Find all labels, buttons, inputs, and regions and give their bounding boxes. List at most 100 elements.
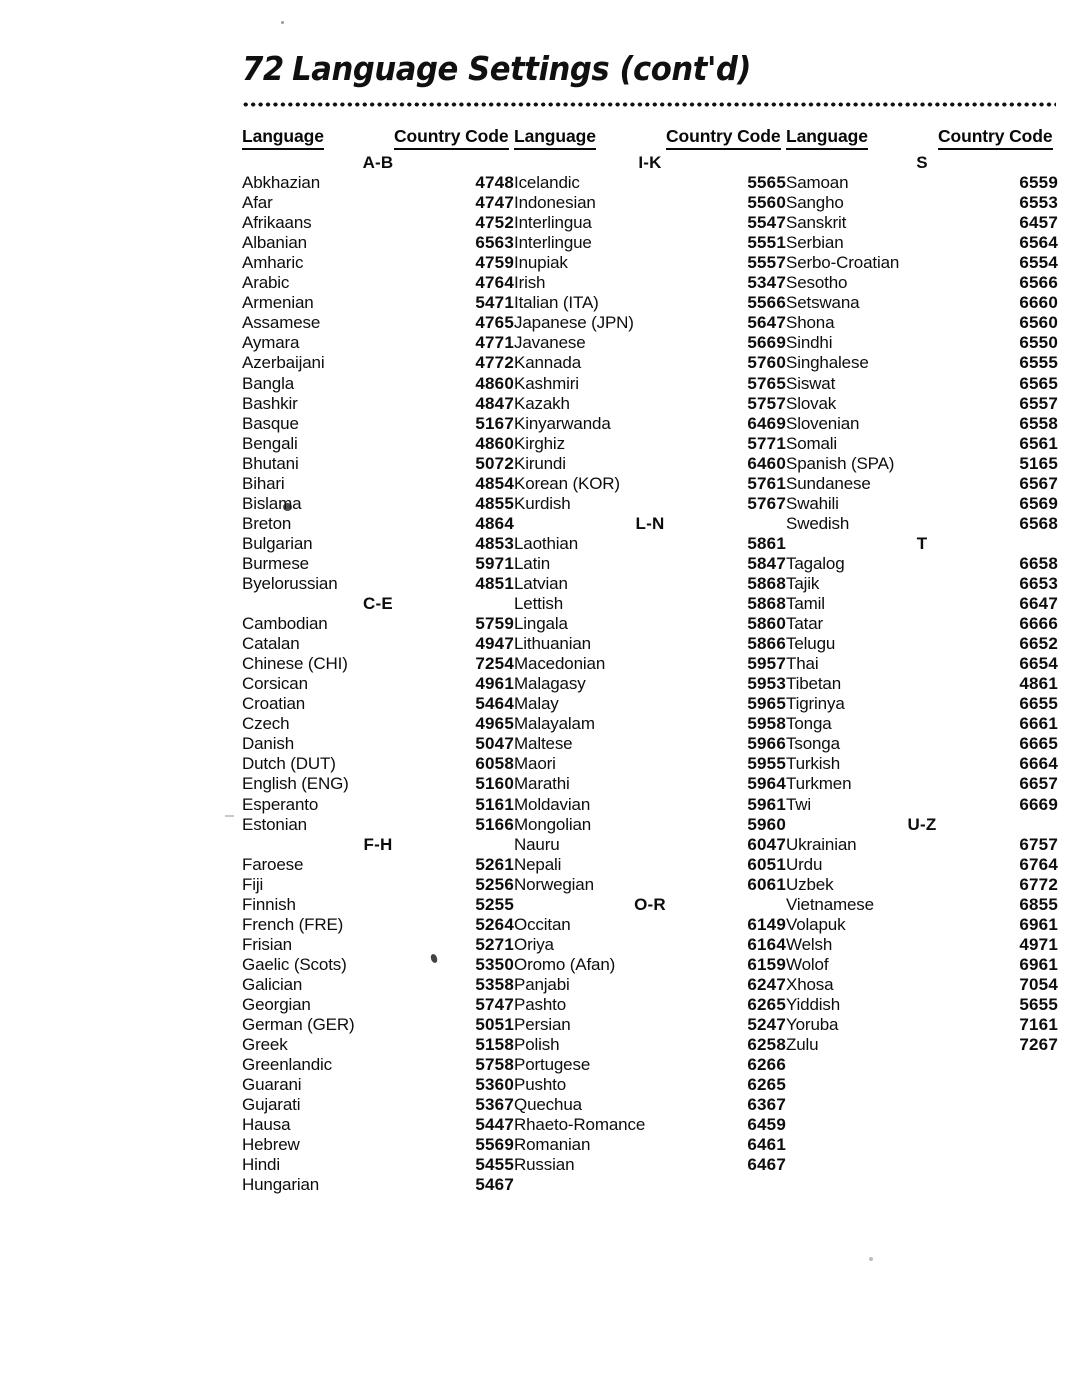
section-divider-s: S xyxy=(916,153,928,172)
country-code-value: 5467 xyxy=(475,1175,514,1195)
country-code-value: 6164 xyxy=(747,934,786,954)
language-name: Estonian xyxy=(242,814,307,834)
country-code-value: 4764 xyxy=(475,273,514,293)
country-code-value: 6058 xyxy=(475,754,514,774)
country-code-value: 6564 xyxy=(1019,233,1058,253)
country-code-value: 4864 xyxy=(475,513,514,533)
language-name: Nepali xyxy=(514,854,562,874)
language-name: Finnish xyxy=(242,894,296,914)
table-row: English (ENG) 5160 Marathi 5964 Turkmen 6657 xyxy=(242,774,1058,794)
country-code-value: 5757 xyxy=(747,393,786,413)
language-name: Polish xyxy=(514,1035,560,1055)
country-code-value: 4747 xyxy=(475,193,514,213)
country-code-value: 6459 xyxy=(747,1115,786,1135)
table-row: Frisian 5271 Oriya 6164 Welsh 4971 xyxy=(242,935,1058,955)
language-name: Interlingua xyxy=(514,213,592,233)
country-code-value: 5860 xyxy=(747,614,786,634)
country-code-value: 5847 xyxy=(747,553,786,573)
language-name: Tagalog xyxy=(786,553,845,573)
language-name: Lithuanian xyxy=(514,634,591,654)
language-name: Lettish xyxy=(514,594,564,614)
country-code-value: 5166 xyxy=(475,814,514,834)
language-name: Marathi xyxy=(514,774,570,794)
table-row: Guarani 5360 Pushto 6265 xyxy=(242,1075,1058,1095)
language-name: Tatar xyxy=(786,614,824,634)
language-name: Kannada xyxy=(514,353,582,373)
table-row: Faroese 5261 Nepali 6051 Urdu 6764 xyxy=(242,855,1058,875)
table-row: Afrikaans 4752 Interlingua 5547 Sanskrit 6457 xyxy=(242,213,1058,233)
language-name: Zulu xyxy=(786,1035,819,1055)
country-code-value: 4965 xyxy=(475,714,514,734)
language-name: Tonga xyxy=(786,714,832,734)
section-divider-u-z: U-Z xyxy=(907,814,937,834)
table-row: Greek 5158 Polish 6258 Zulu 7267 xyxy=(242,1035,1058,1055)
language-name: Breton xyxy=(242,513,292,533)
table-header-row: Language Country Code Language Country C… xyxy=(242,126,1058,153)
country-code-value: 5747 xyxy=(475,994,514,1014)
language-name: Kirghiz xyxy=(514,433,565,453)
section-divider-i-k: I-K xyxy=(638,153,662,172)
language-name: Bashkir xyxy=(242,393,298,413)
table-row: Cambodian 5759 Lingala 5860 Tatar 6666 xyxy=(242,614,1058,634)
country-code-value: 5765 xyxy=(747,373,786,393)
table-row: Corsican 4961 Malagasy 5953 Tibetan 4861 xyxy=(242,674,1058,694)
country-code-value: 5255 xyxy=(475,894,514,914)
language-name: Maori xyxy=(514,754,556,774)
language-name: Frisian xyxy=(242,934,292,954)
language-name: Slovenian xyxy=(786,413,860,433)
table-row: Finnish 5255 O-R Vietnamese 6855 xyxy=(242,895,1058,915)
country-code-value: 7054 xyxy=(1019,974,1058,994)
country-code-value: 5464 xyxy=(475,694,514,714)
country-code-value: 5758 xyxy=(475,1055,514,1075)
table-row: Bihari 4854 Korean (KOR) 5761 Sundanese 6567 xyxy=(242,474,1058,494)
country-code-value: 7267 xyxy=(1019,1035,1058,1055)
header-country-code-1: Country Code xyxy=(394,126,514,153)
table-row: Estonian 5166 Mongolian 5960 U-Z xyxy=(242,815,1058,835)
language-name: Setswana xyxy=(786,293,860,313)
country-code-value: 5367 xyxy=(475,1095,514,1115)
scan-artifact-speck xyxy=(225,815,234,817)
section-divider-l-n: L-N xyxy=(635,513,665,533)
empty-cell xyxy=(786,1115,938,1135)
country-code-value: 5866 xyxy=(747,634,786,654)
country-code-value: 4861 xyxy=(1019,674,1058,694)
country-code-value: 4860 xyxy=(475,373,514,393)
section-divider-t: T xyxy=(916,533,928,553)
language-name: Sangho xyxy=(786,193,844,213)
page-header: 72 Language Settings (cont'd) xyxy=(242,51,1057,87)
table-row: Burmese 5971 Latin 5847 Tagalog 6658 xyxy=(242,554,1058,574)
country-code-value: 6558 xyxy=(1019,413,1058,433)
language-name: Shona xyxy=(786,313,835,333)
country-code-value: 5551 xyxy=(747,233,786,253)
language-name: Thai xyxy=(786,654,819,674)
table-row: Basque 5167 Kinyarwanda 6469 Slovenian 6558 xyxy=(242,414,1058,434)
country-code-value: 5961 xyxy=(747,794,786,814)
language-name: Hungarian xyxy=(242,1175,320,1195)
language-name: Sundanese xyxy=(786,473,871,493)
language-name: Bislama xyxy=(242,493,302,513)
language-name: Azerbaijani xyxy=(242,353,325,373)
language-name: Bhutani xyxy=(242,453,299,473)
country-code-value: 5447 xyxy=(475,1115,514,1135)
country-code-value: 6051 xyxy=(747,854,786,874)
table-row: Danish 5047 Maltese 5966 Tsonga 6665 xyxy=(242,734,1058,754)
country-code-value: 5047 xyxy=(475,734,514,754)
table-row: French (FRE) 5264 Occitan 6149 Volapuk 6961 xyxy=(242,915,1058,935)
country-code-value: 5760 xyxy=(747,353,786,373)
country-code-value: 6757 xyxy=(1019,834,1058,854)
country-code-value: 5957 xyxy=(747,654,786,674)
country-code-value: 5256 xyxy=(475,874,514,894)
language-name: Macedonian xyxy=(514,654,606,674)
country-code-value: 6047 xyxy=(747,834,786,854)
language-name: Albanian xyxy=(242,233,307,253)
table-row: Croatian 5464 Malay 5965 Tigrinya 6655 xyxy=(242,694,1058,714)
country-code-value: 5264 xyxy=(475,914,514,934)
empty-cell xyxy=(786,1095,938,1115)
country-code-value: 5953 xyxy=(747,674,786,694)
table-body: A-B I-K S Abkhazian 4748 Icelandic 5565 Samoan 6… xyxy=(242,153,1058,1195)
country-code-value: 5051 xyxy=(475,1015,514,1035)
country-code-value: 4748 xyxy=(475,173,514,193)
language-name: Turkish xyxy=(786,754,841,774)
country-code-value: 5565 xyxy=(747,173,786,193)
language-name: Yiddish xyxy=(786,994,841,1014)
